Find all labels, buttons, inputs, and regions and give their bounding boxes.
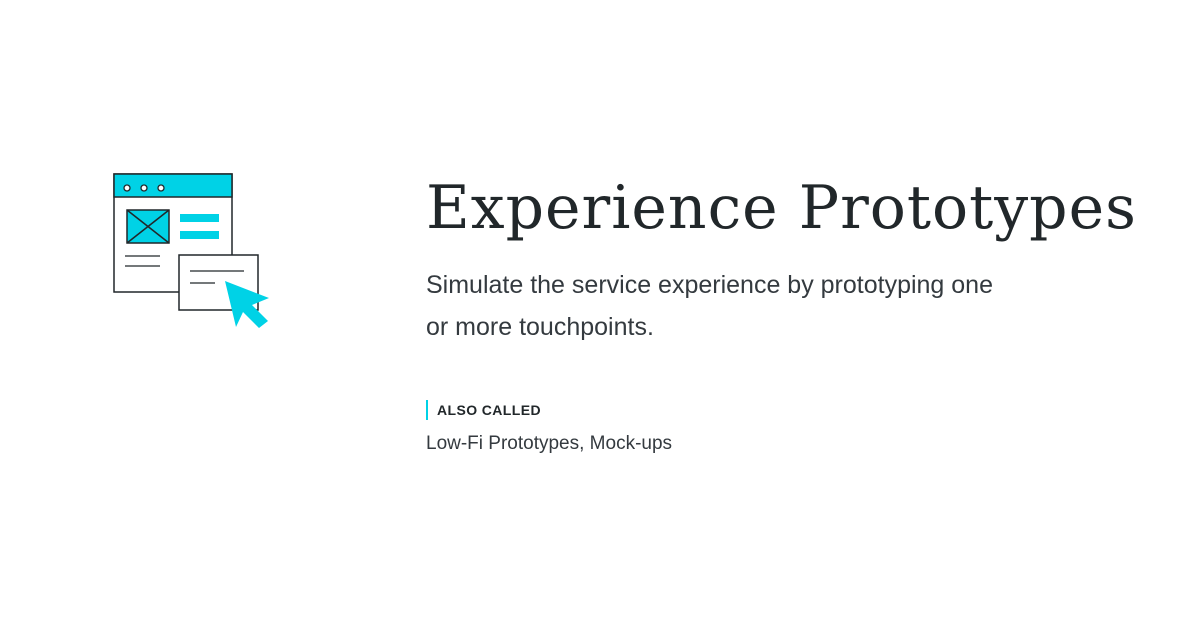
prototype-illustration [110,170,275,330]
also-called-label: ALSO CALLED [426,400,541,420]
also-called-value: Low-Fi Prototypes, Mock-ups [426,433,673,454]
page-title: Experience Prototypes [426,173,1137,243]
prototype-wireframe-cursor-icon [113,173,269,328]
also-called-section: ALSO CALLED Low-Fi Prototypes, Mock-ups [426,400,1186,456]
content-area: Experience Prototypes Simulate the servi… [426,168,1186,456]
page-description: Simulate the service experience by proto… [426,271,993,341]
